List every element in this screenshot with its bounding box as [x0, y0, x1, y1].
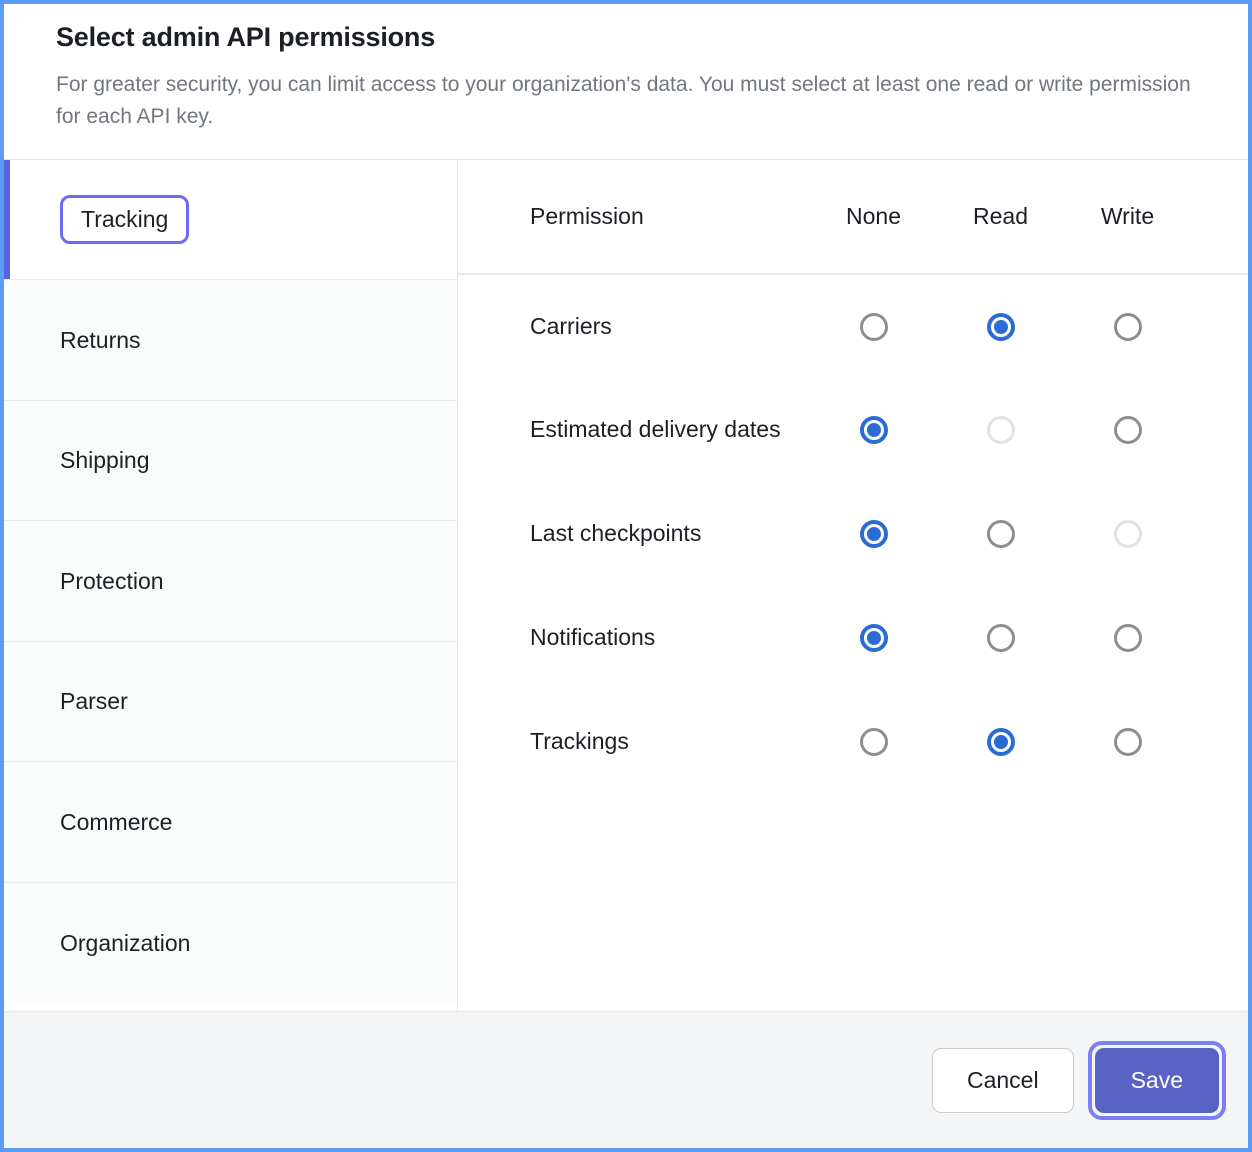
sidebar-item-label: Tracking: [60, 195, 190, 245]
radio-write[interactable]: [1113, 416, 1142, 445]
column-header-write: Write: [1064, 159, 1191, 275]
column-header-spacer: [1191, 159, 1248, 275]
permission-cell-write: [1064, 274, 1191, 378]
radio-read[interactable]: [986, 312, 1015, 341]
row-spacer: [1191, 482, 1248, 586]
save-button-focus-ring: Save: [1087, 1040, 1226, 1120]
permission-cell-read: [937, 378, 1064, 482]
permissions-table-head: Permission None Read Write: [458, 159, 1248, 275]
column-header-none: None: [810, 159, 937, 275]
sidebar-item-label: Shipping: [60, 447, 150, 474]
row-spacer: [1191, 586, 1248, 690]
sidebar-item-label: Commerce: [60, 808, 173, 835]
table-row: Notifications: [458, 586, 1248, 690]
permissions-dialog: Select admin API permissions For greater…: [4, 4, 1248, 1148]
permission-cell-none: [810, 586, 937, 690]
radio-none[interactable]: [859, 520, 888, 549]
column-header-permission: Permission: [458, 159, 810, 275]
permission-cell-none: [810, 274, 937, 378]
radio-read[interactable]: [986, 520, 1015, 549]
sidebar-item-protection[interactable]: Protection: [4, 521, 457, 642]
table-header-row: Permission None Read Write: [458, 159, 1248, 275]
radio-write: [1113, 520, 1142, 549]
permissions-panel: Permission None Read Write Carriers Estim…: [458, 159, 1248, 1011]
permission-label: Carriers: [530, 312, 612, 339]
table-row: Carriers: [458, 274, 1248, 378]
dialog-body: Tracking Returns Shipping Protection Par…: [4, 159, 1248, 1012]
cancel-button[interactable]: Cancel: [931, 1047, 1074, 1113]
sidebar-item-label: Organization: [60, 929, 191, 956]
dialog-subtitle: For greater security, you can limit acce…: [56, 73, 1191, 128]
sidebar-item-tracking[interactable]: Tracking: [4, 159, 457, 281]
permission-cell-write: [1064, 378, 1191, 482]
permission-label: Trackings: [530, 728, 629, 755]
permission-cell-write: [1064, 586, 1191, 690]
permission-cell-read: [937, 690, 1064, 794]
permissions-table: Permission None Read Write Carriers Estim…: [458, 159, 1248, 794]
radio-write[interactable]: [1113, 624, 1142, 653]
dialog-header: Select admin API permissions For greater…: [4, 4, 1248, 160]
radio-none[interactable]: [859, 728, 888, 757]
permission-label: Notifications: [530, 624, 656, 651]
radio-read[interactable]: [986, 624, 1015, 653]
permission-label: Estimated delivery dates: [530, 416, 781, 443]
row-spacer: [1191, 690, 1248, 794]
page-root: Select admin API permissions For greater…: [0, 0, 1252, 1152]
sidebar-item-shipping[interactable]: Shipping: [4, 400, 457, 522]
radio-none[interactable]: [859, 312, 888, 341]
table-row: Estimated delivery dates: [458, 378, 1248, 482]
row-spacer: [1191, 274, 1248, 378]
sidebar-item-commerce[interactable]: Commerce: [4, 762, 457, 883]
save-button[interactable]: Save: [1094, 1047, 1219, 1113]
column-header-read: Read: [937, 159, 1064, 275]
category-sidebar: Tracking Returns Shipping Protection Par…: [4, 159, 458, 1011]
permission-cell-none: [810, 690, 937, 794]
table-row: Trackings: [458, 690, 1248, 794]
table-row: Last checkpoints: [458, 482, 1248, 586]
radio-write[interactable]: [1113, 312, 1142, 341]
dialog-footer: Cancel Save: [4, 1012, 1248, 1148]
permission-cell-write: [1064, 690, 1191, 794]
sidebar-item-label: Parser: [60, 688, 128, 715]
permission-cell-write: [1064, 482, 1191, 586]
sidebar-item-parser[interactable]: Parser: [4, 641, 457, 763]
permission-cell-read: [937, 586, 1064, 690]
permission-label: Last checkpoints: [530, 520, 702, 547]
permission-cell-read: [937, 274, 1064, 378]
permission-cell-none: [810, 482, 937, 586]
dialog-title: Select admin API permissions: [56, 22, 436, 52]
permission-cell-read: [937, 482, 1064, 586]
sidebar-item-returns[interactable]: Returns: [4, 280, 457, 401]
permissions-table-body: Carriers Estimated delivery dates Last che…: [458, 274, 1248, 794]
radio-none[interactable]: [859, 416, 888, 445]
radio-read: [986, 416, 1015, 445]
sidebar-item-label: Returns: [60, 326, 141, 353]
row-spacer: [1191, 378, 1248, 482]
sidebar-item-label: Protection: [60, 567, 164, 594]
radio-write[interactable]: [1113, 728, 1142, 757]
sidebar-item-organization[interactable]: Organization: [4, 882, 457, 1004]
radio-read[interactable]: [986, 728, 1015, 757]
radio-none[interactable]: [859, 624, 888, 653]
permission-cell-none: [810, 378, 937, 482]
